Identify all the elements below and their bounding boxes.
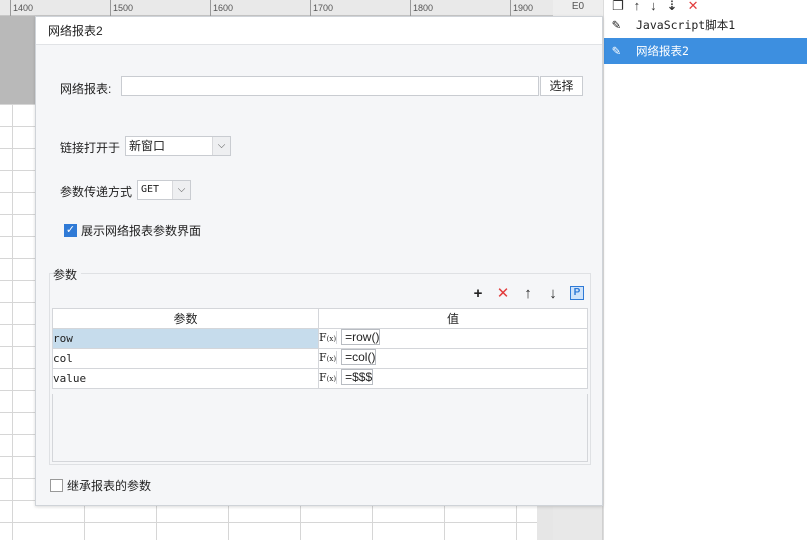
move-down-icon[interactable]: ⇣	[667, 0, 678, 12]
chevron-down-icon: ⌵	[212, 137, 230, 155]
report-label: 网络报表:	[60, 82, 112, 96]
show-params-label: 展示网络报表参数界面	[81, 224, 202, 238]
network-report-dialog: 网络报表2 网络报表: 选择 链接打开于 新窗口 ⌵ 参数传递方式 GET ⌵ …	[35, 16, 603, 506]
param-value-input[interactable]: =col()	[341, 349, 377, 365]
list-toolbar: ❐ ↑ ↓ ⇣ ✕	[604, 0, 807, 12]
list-item-javascript[interactable]: ✎ JavaScript脚本1	[604, 12, 807, 38]
link-open-select[interactable]: 新窗口 ⌵	[125, 136, 231, 156]
delete-icon[interactable]: ✕	[688, 0, 699, 12]
list-item-label: 网络报表2	[636, 44, 689, 58]
param-name-cell[interactable]: col	[52, 348, 319, 369]
params-group-label: 参数	[53, 266, 82, 283]
report-path-field[interactable]	[121, 76, 539, 96]
param-method-value: GET	[141, 184, 160, 195]
arrow-up-icon[interactable]: ↑	[634, 0, 641, 12]
ruler-tick: 1600	[210, 0, 233, 16]
delete-icon[interactable]: ✕	[495, 284, 511, 302]
param-method-select[interactable]: GET ⌵	[137, 180, 191, 200]
inherit-params-label: 继承报表的参数	[67, 479, 152, 493]
chevron-down-icon: ⌵	[172, 181, 190, 199]
table-row[interactable]: value F(x) =$$$	[52, 368, 588, 389]
param-value-input[interactable]: =row()	[341, 329, 381, 345]
show-params-checkbox[interactable]: ✓	[64, 224, 77, 237]
ruler-tick: 1500	[110, 0, 133, 16]
info-icon[interactable]: E0	[553, 0, 603, 16]
list-item-label: JavaScript脚本1	[636, 18, 736, 32]
link-open-label: 链接打开于	[60, 141, 121, 155]
param-name-cell[interactable]: row	[52, 328, 319, 349]
table-row[interactable]: row F(x) =row()	[52, 328, 588, 349]
ruler-tick: 1900	[510, 0, 533, 16]
param-value-input[interactable]: =$$$	[341, 369, 374, 385]
param-method-label: 参数传递方式	[60, 185, 133, 199]
arrow-down-icon[interactable]: ↓	[545, 285, 561, 302]
ruler-tick: 1700	[310, 0, 333, 16]
param-value-cell: F(x) =row()	[318, 328, 588, 349]
pencil-icon: ✎	[612, 17, 621, 33]
hyperlink-list-panel: ❐ ↑ ↓ ⇣ ✕ ✎ JavaScript脚本1 ✎ 网络报表2	[603, 0, 807, 540]
param-value-cell: F(x) =$$$	[318, 368, 588, 389]
add-icon[interactable]: +	[470, 285, 486, 302]
formula-icon[interactable]: F(x)	[319, 371, 338, 384]
param-name-cell[interactable]: value	[52, 368, 319, 389]
list-item-network-report[interactable]: ✎ 网络报表2	[604, 38, 807, 64]
column-ruler: 1400 1500 1600 1700 1800 1900	[0, 0, 553, 16]
params-group: + ✕ ↑ ↓ P 参数 值 row F(x) =row() col F(x) …	[49, 273, 591, 465]
ruler-tick: 1800	[410, 0, 433, 16]
table-row[interactable]: col F(x) =col()	[52, 348, 588, 369]
column-header-value: 值	[318, 308, 588, 329]
arrow-down-icon[interactable]: ↓	[650, 0, 657, 12]
param-value-cell: F(x) =col()	[318, 348, 588, 369]
ruler-tick: 1400	[10, 0, 33, 16]
table-empty-area	[52, 394, 588, 462]
dialog-title: 网络报表2	[36, 17, 602, 45]
inherit-params-option[interactable]: 继承报表的参数	[50, 477, 151, 494]
pencil-icon: ✎	[612, 43, 621, 59]
choose-button[interactable]: 选择	[540, 76, 583, 96]
params-table: 参数 值 row F(x) =row() col F(x) =col() val…	[52, 308, 588, 389]
params-toolbar: + ✕ ↑ ↓ P	[470, 284, 584, 302]
copy-icon[interactable]: ❐	[612, 0, 624, 12]
inherit-params-checkbox[interactable]	[50, 479, 63, 492]
formula-icon[interactable]: F(x)	[319, 331, 338, 344]
column-header-param: 参数	[52, 308, 319, 329]
show-params-option[interactable]: ✓ 展示网络报表参数界面	[64, 222, 201, 239]
parameter-icon[interactable]: P	[570, 286, 584, 300]
formula-icon[interactable]: F(x)	[319, 351, 338, 364]
arrow-up-icon[interactable]: ↑	[520, 285, 536, 302]
link-open-value: 新窗口	[129, 139, 166, 153]
